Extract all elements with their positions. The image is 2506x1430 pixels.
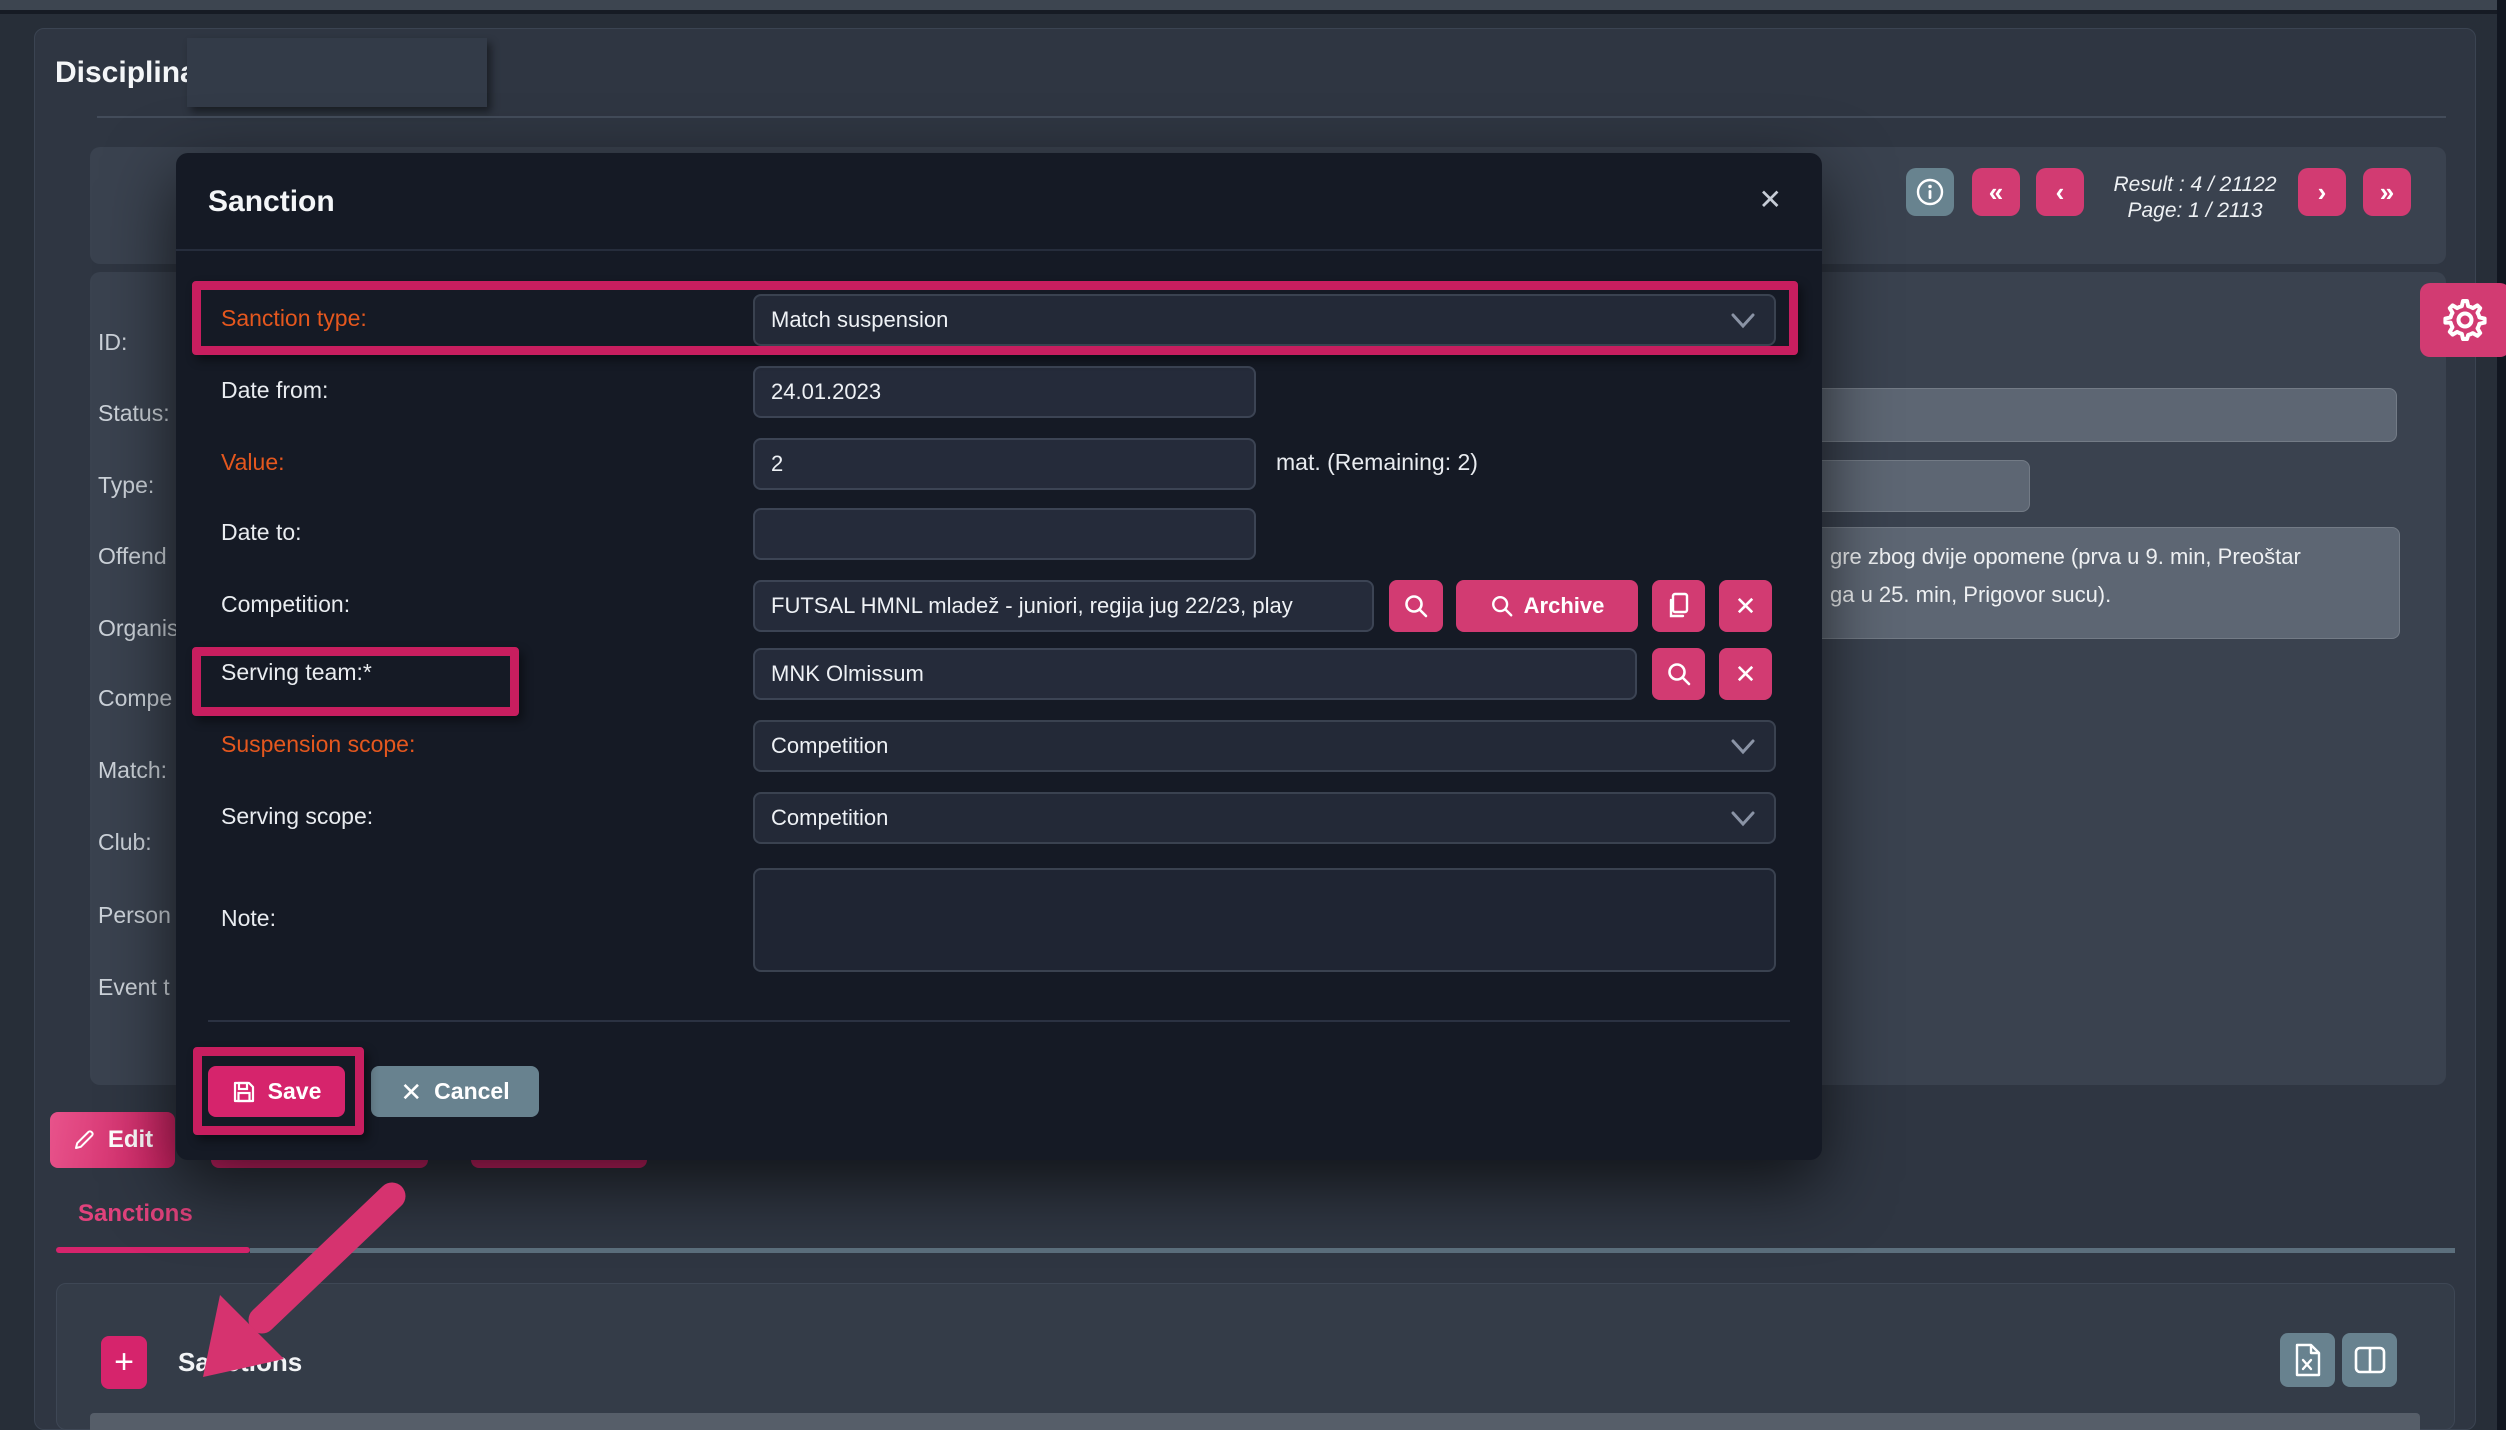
edit-button[interactable]: Edit <box>50 1112 175 1168</box>
settings-button[interactable] <box>2420 283 2506 357</box>
double-chevron-right-icon: » <box>2380 177 2394 208</box>
window-top-divider <box>0 10 2506 14</box>
case-description-line-2: ga u 25. min, Prigovor sucu). <box>1830 576 2111 614</box>
competition-clear-button[interactable]: ✕ <box>1719 580 1772 632</box>
result-counter: Result : 4 / 21122 Page: 1 / 2113 <box>2100 172 2290 224</box>
add-sanction-button[interactable]: + <box>101 1336 147 1389</box>
cancel-button-label: Cancel <box>434 1078 509 1105</box>
chevron-right-icon: › <box>2318 177 2327 208</box>
file-x-icon <box>2293 1343 2323 1377</box>
value-label: Value: <box>221 449 285 476</box>
field-label-match: Match: <box>98 757 167 784</box>
serving-scope-label: Serving scope: <box>221 803 373 830</box>
toggle-columns-button[interactable] <box>2342 1333 2397 1387</box>
competition-archive-button[interactable]: Archive <box>1456 580 1638 632</box>
case-number-box <box>187 38 487 107</box>
sanction-modal: Sanction ✕ Sanction type: Match suspensi… <box>176 153 1822 1160</box>
suspension-scope-label: Suspension scope: <box>221 731 415 758</box>
info-icon <box>1915 177 1945 207</box>
save-icon <box>232 1080 256 1104</box>
tab-bar-baseline <box>250 1248 2455 1253</box>
competition-copy-button[interactable] <box>1652 580 1705 632</box>
result-count-text: Result : 4 / 21122 <box>2100 172 2290 198</box>
window-top-strip <box>0 0 2506 10</box>
close-icon: ✕ <box>1759 184 1782 215</box>
field-label-id: ID: <box>98 329 127 356</box>
save-button[interactable]: Save <box>208 1066 345 1117</box>
field-label-competition: Compe <box>98 685 172 712</box>
suspension-scope-value: Competition <box>771 733 888 759</box>
serving-team-input[interactable] <box>753 648 1637 700</box>
plus-icon: + <box>114 1343 134 1382</box>
modal-header-divider <box>176 249 1822 251</box>
date-to-input[interactable] <box>753 508 1256 560</box>
modal-close-button[interactable]: ✕ <box>1759 183 1782 216</box>
pencil-icon <box>72 1128 96 1152</box>
field-label-club: Club: <box>98 829 152 856</box>
search-icon <box>1666 661 1692 687</box>
sanction-type-value: Match suspension <box>771 307 948 333</box>
close-icon: ✕ <box>1735 593 1757 619</box>
chevron-down-icon <box>1730 312 1756 330</box>
value-suffix-text: mat. (Remaining: 2) <box>1276 449 1478 476</box>
field-label-event-type: Event t <box>98 974 170 1001</box>
app-window: Disciplinary case « ‹ Result : 4 / 21122… <box>0 0 2506 1430</box>
competition-label: Competition: <box>221 591 350 618</box>
info-button[interactable] <box>1906 168 1954 216</box>
tab-active-indicator <box>56 1247 250 1253</box>
competition-input[interactable] <box>753 580 1374 632</box>
close-icon: ✕ <box>1735 661 1757 687</box>
case-description-line-1: gre zbog dvije opomene (prva u 9. min, P… <box>1830 538 2301 576</box>
title-divider <box>97 116 2446 118</box>
window-right-edge <box>2497 0 2506 1430</box>
modal-footer-divider <box>208 1020 1790 1022</box>
next-page-button[interactable]: › <box>2298 168 2346 216</box>
serving-scope-value: Competition <box>771 805 888 831</box>
modal-title: Sanction <box>208 185 335 219</box>
save-button-label: Save <box>268 1078 322 1105</box>
tab-sanctions[interactable]: Sanctions <box>78 1200 193 1228</box>
serving-team-clear-button[interactable]: ✕ <box>1719 648 1772 700</box>
chevron-down-icon <box>1730 810 1756 828</box>
columns-icon <box>2354 1346 2386 1374</box>
edit-button-label: Edit <box>108 1126 153 1154</box>
sanctions-section <box>56 1283 2455 1430</box>
sanction-type-label: Sanction type: <box>221 305 367 332</box>
previous-page-button[interactable]: ‹ <box>2036 168 2084 216</box>
sanctions-table-header <box>90 1413 2420 1430</box>
note-label: Note: <box>221 905 276 932</box>
field-label-person: Person <box>98 902 171 929</box>
cancel-button[interactable]: ✕ Cancel <box>371 1066 539 1117</box>
field-label-status: Status: <box>98 400 170 427</box>
competition-search-button[interactable] <box>1389 580 1443 632</box>
serving-scope-select[interactable]: Competition <box>753 792 1776 844</box>
last-page-button[interactable]: » <box>2363 168 2411 216</box>
date-from-label: Date from: <box>221 377 328 404</box>
field-label-type: Type: <box>98 472 154 499</box>
search-icon <box>1490 594 1514 618</box>
archive-button-label: Archive <box>1524 593 1605 619</box>
first-page-button[interactable]: « <box>1972 168 2020 216</box>
field-label-organisation: Organis <box>98 615 179 642</box>
search-icon <box>1403 593 1429 619</box>
date-to-label: Date to: <box>221 519 302 546</box>
chevron-left-icon: ‹ <box>2056 177 2065 208</box>
sanctions-section-title: Sanctions <box>178 1347 302 1378</box>
date-from-input[interactable] <box>753 366 1256 418</box>
note-textarea[interactable] <box>753 868 1776 972</box>
page-count-text: Page: 1 / 2113 <box>2100 198 2290 224</box>
sanction-type-select[interactable]: Match suspension <box>753 294 1776 346</box>
suspension-scope-select[interactable]: Competition <box>753 720 1776 772</box>
serving-team-search-button[interactable] <box>1652 648 1705 700</box>
gear-icon <box>2439 294 2491 346</box>
double-chevron-left-icon: « <box>1989 177 2003 208</box>
export-file-button[interactable] <box>2280 1333 2335 1387</box>
field-label-offender: Offend <box>98 543 167 570</box>
close-icon: ✕ <box>400 1079 422 1105</box>
chevron-down-icon <box>1730 738 1756 756</box>
copy-icon <box>1666 592 1692 620</box>
value-input[interactable] <box>753 438 1256 490</box>
serving-team-label: Serving team:* <box>221 659 372 686</box>
